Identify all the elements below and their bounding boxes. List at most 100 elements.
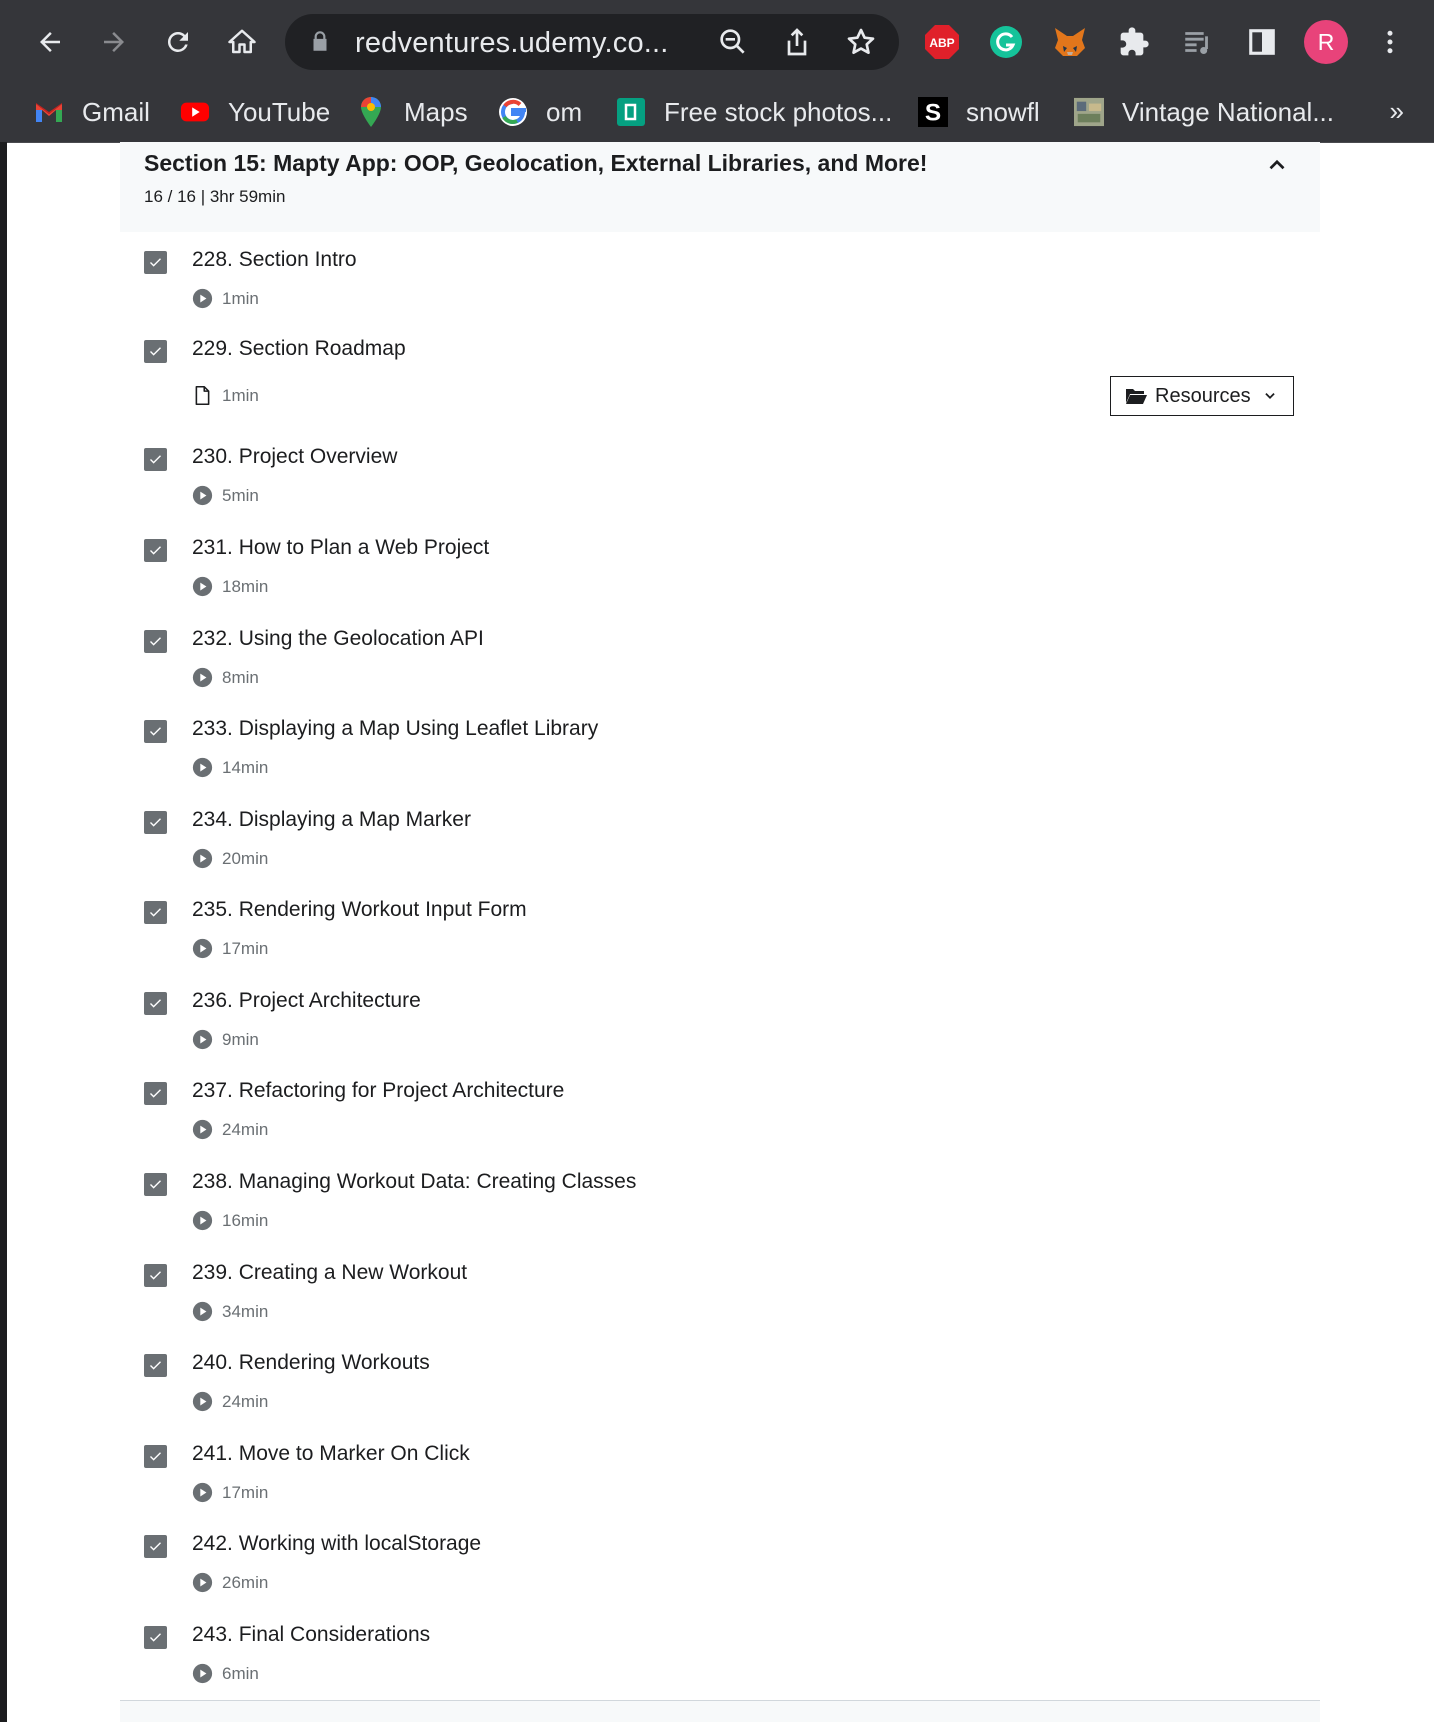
lecture-title[interactable]: 232. Using the Geolocation API xyxy=(192,627,484,651)
completed-checkbox[interactable] xyxy=(144,448,167,471)
lecture-title[interactable]: 243. Final Considerations xyxy=(192,1623,430,1647)
lecture-duration: 9min xyxy=(222,1029,259,1049)
browser-toolbar: redventures.udemy.co... ABP R xyxy=(0,0,1434,84)
extensions-button[interactable] xyxy=(1112,20,1156,64)
stock-photos-icon xyxy=(616,97,646,127)
checkmark-icon xyxy=(150,546,161,555)
checkmark-icon xyxy=(150,1361,161,1370)
checkmark-icon xyxy=(150,1542,161,1551)
lecture-duration: 8min xyxy=(222,667,259,687)
bookmarks-bar: Gmail YouTube Maps om Free stock photos.… xyxy=(0,84,1434,143)
play-circle-icon xyxy=(192,1119,213,1140)
checkmark-icon xyxy=(150,1452,161,1461)
metamask-extension-button[interactable] xyxy=(1048,20,1092,64)
play-circle-icon xyxy=(192,938,213,959)
completed-checkbox[interactable] xyxy=(144,1173,167,1196)
completed-checkbox[interactable] xyxy=(144,992,167,1015)
resources-dropdown-button[interactable]: Resources xyxy=(1110,376,1294,416)
play-circle-icon xyxy=(192,1482,213,1503)
play-circle-icon xyxy=(192,1029,213,1050)
bookmark-youtube[interactable]: YouTube xyxy=(180,92,330,132)
more-bookmarks-button[interactable]: » xyxy=(1390,96,1404,127)
completed-checkbox[interactable] xyxy=(144,1082,167,1105)
lecture-title[interactable]: 229. Section Roadmap xyxy=(192,337,406,361)
side-panel-button[interactable] xyxy=(1240,20,1284,64)
bookmark-vintage-national[interactable]: Vintage National... xyxy=(1074,92,1334,132)
maps-icon xyxy=(356,97,386,127)
profile-button[interactable]: R xyxy=(1304,20,1348,64)
lecture-meta: 14min xyxy=(192,757,268,778)
chevron-up-icon[interactable] xyxy=(1264,152,1290,178)
lecture-title[interactable]: 228. Section Intro xyxy=(192,248,357,272)
lecture-title[interactable]: 242. Working with localStorage xyxy=(192,1532,481,1556)
lecture-duration: 1min xyxy=(222,288,259,308)
checkmark-icon xyxy=(150,1633,161,1642)
lecture-duration: 24min xyxy=(222,1119,269,1139)
grammarly-extension-button[interactable] xyxy=(984,20,1028,64)
lecture-title[interactable]: 236. Project Architecture xyxy=(192,989,421,1013)
completed-checkbox[interactable] xyxy=(144,340,167,363)
next-section-header xyxy=(120,1701,1320,1722)
adblock-extension-button[interactable]: ABP xyxy=(920,20,964,64)
reload-icon xyxy=(167,31,188,52)
lecture-meta: 34min xyxy=(192,1301,268,1322)
lecture-meta: 1min xyxy=(192,288,259,309)
completed-checkbox[interactable] xyxy=(144,251,167,274)
lecture-title[interactable]: 235. Rendering Workout Input Form xyxy=(192,898,527,922)
completed-checkbox[interactable] xyxy=(144,901,167,924)
completed-checkbox[interactable] xyxy=(144,1264,167,1287)
media-control-button[interactable] xyxy=(1176,20,1220,64)
completed-checkbox[interactable] xyxy=(144,1626,167,1649)
completed-checkbox[interactable] xyxy=(144,630,167,653)
bookmark-free-stock-photos[interactable]: Free stock photos... xyxy=(616,92,892,132)
bookmark-label: Maps xyxy=(404,96,468,127)
home-icon xyxy=(228,29,256,54)
lecture-duration: 6min xyxy=(222,1663,259,1683)
completed-checkbox[interactable] xyxy=(144,539,167,562)
address-bar[interactable]: redventures.udemy.co... xyxy=(285,14,899,70)
share-icon[interactable] xyxy=(781,26,813,58)
checkmark-icon xyxy=(150,727,161,736)
puzzle-piece-icon xyxy=(1120,27,1149,56)
completed-checkbox[interactable] xyxy=(144,1535,167,1558)
browser-menu-button[interactable] xyxy=(1368,20,1412,64)
home-button[interactable] xyxy=(220,20,264,64)
completed-checkbox[interactable] xyxy=(144,811,167,834)
section-header[interactable]: Section 15: Mapty App: OOP, Geolocation,… xyxy=(120,142,1320,232)
reload-button[interactable] xyxy=(156,20,200,64)
bookmark-snowfl[interactable]: S snowfl xyxy=(918,92,1040,132)
lecture-title[interactable]: 237. Refactoring for Project Architectur… xyxy=(192,1079,564,1103)
lecture-duration: 18min xyxy=(222,576,269,596)
forward-button[interactable] xyxy=(92,20,136,64)
lecture-title[interactable]: 241. Move to Marker On Click xyxy=(192,1442,470,1466)
back-button[interactable] xyxy=(28,20,72,64)
document-icon xyxy=(195,385,210,406)
lecture-title[interactable]: 238. Managing Workout Data: Creating Cla… xyxy=(192,1170,636,1194)
checkmark-icon xyxy=(150,258,161,267)
playlist-music-icon xyxy=(1185,32,1208,55)
bookmark-label: Vintage National... xyxy=(1122,96,1334,127)
lecture-duration: 26min xyxy=(222,1572,269,1592)
lecture-meta: 9min xyxy=(192,1029,259,1050)
checkmark-icon xyxy=(150,1089,161,1098)
lecture-title[interactable]: 230. Project Overview xyxy=(192,445,397,469)
avatar: R xyxy=(1304,20,1348,64)
bookmark-om[interactable]: om xyxy=(498,92,582,132)
lecture-duration: 14min xyxy=(222,757,269,777)
bookmark-label: Free stock photos... xyxy=(664,96,893,127)
lecture-title[interactable]: 233. Displaying a Map Using Leaflet Libr… xyxy=(192,717,598,741)
lecture-title[interactable]: 234. Displaying a Map Marker xyxy=(192,808,471,832)
vintage-national-icon xyxy=(1074,97,1104,127)
lecture-title[interactable]: 231. How to Plan a Web Project xyxy=(192,536,489,560)
bookmark-gmail[interactable]: Gmail xyxy=(34,92,150,132)
lecture-title[interactable]: 240. Rendering Workouts xyxy=(192,1351,430,1375)
bookmark-maps[interactable]: Maps xyxy=(356,92,468,132)
completed-checkbox[interactable] xyxy=(144,1445,167,1468)
lecture-title[interactable]: 239. Creating a New Workout xyxy=(192,1261,467,1285)
completed-checkbox[interactable] xyxy=(144,1354,167,1377)
bookmark-star-icon[interactable] xyxy=(845,26,877,58)
zoom-icon[interactable] xyxy=(717,26,749,58)
completed-checkbox[interactable] xyxy=(144,720,167,743)
checkmark-icon xyxy=(150,347,161,356)
bookmark-label: snowfl xyxy=(966,96,1040,127)
